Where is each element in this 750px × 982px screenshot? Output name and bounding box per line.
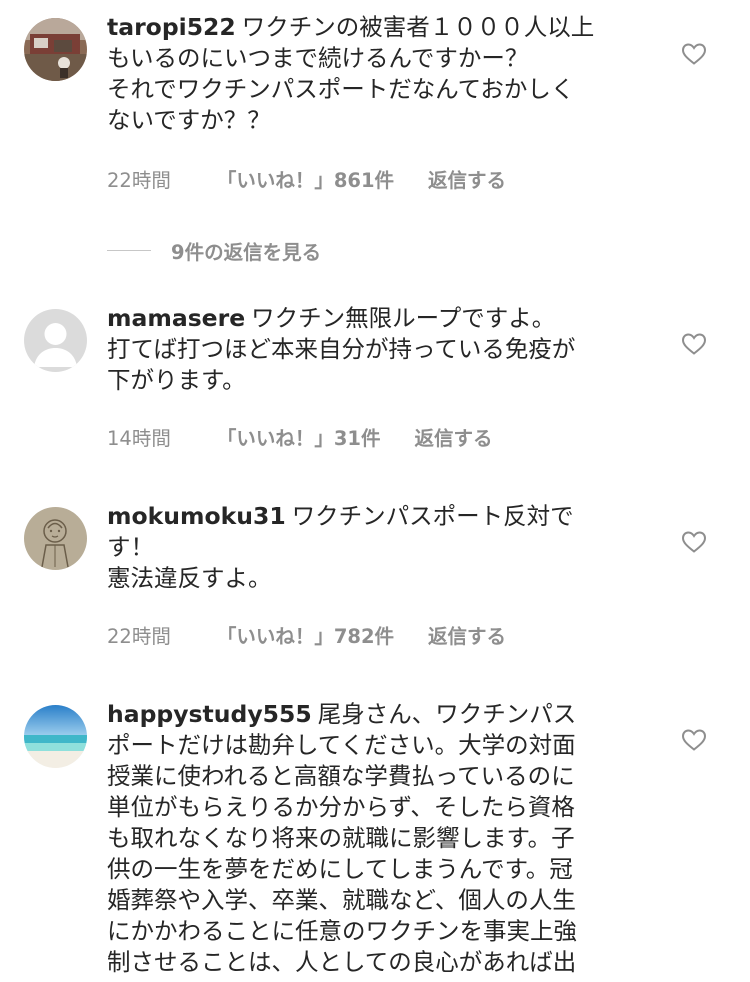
- heart-outline-icon[interactable]: [681, 728, 707, 752]
- comment-meta: 14時間 「いいね！」31件 返信する: [107, 422, 492, 451]
- comment-text: もいるのにいつまで続けるんですかー？: [107, 44, 529, 72]
- comment-text: ないですか？？: [107, 106, 271, 134]
- reply-button[interactable]: 返信する: [428, 164, 506, 193]
- comment-text: 尾身さん、ワクチンパス: [317, 700, 577, 728]
- view-replies-button[interactable]: 9件の返信を見る: [107, 236, 321, 265]
- username[interactable]: mamasere: [107, 304, 245, 332]
- drawing-avatar-icon: [24, 507, 87, 570]
- username[interactable]: mokumoku31: [107, 502, 286, 530]
- photo-avatar-icon: [24, 18, 87, 81]
- timestamp: 14時間: [107, 427, 171, 450]
- comment-text: も取れなくなり将来の就職に影響します。子: [107, 824, 575, 852]
- username[interactable]: happystudy555: [107, 700, 312, 728]
- comment-body: happystudy555 尾身さん、ワクチンパス ポートだけは勘弁してください。…: [107, 699, 642, 978]
- comment-text: ポートだけは勘弁してください。大学の対面: [107, 731, 576, 759]
- timestamp: 22時間: [107, 169, 171, 192]
- comment-text: 下がります。: [107, 366, 246, 394]
- timestamp: 22時間: [107, 625, 171, 648]
- likes-count[interactable]: 「いいね！」782件: [217, 620, 394, 649]
- beach-avatar-icon: [24, 705, 87, 768]
- avatar[interactable]: [24, 705, 87, 768]
- comment-text: ワクチンの被害者１０００人以上: [241, 13, 595, 41]
- heart-outline-icon[interactable]: [681, 530, 707, 554]
- default-avatar-icon: [24, 309, 87, 372]
- comment-body: mokumoku31 ワクチンパスポート反対で す！ 憲法違反すよ。: [107, 501, 642, 594]
- comment-text: それでワクチンパスポートだなんておかしく: [107, 75, 575, 103]
- comment-body: mamasere ワクチン無限ループですよ。 打てば打つほど本来自分が持っている免…: [107, 303, 642, 396]
- comment-text: にかかわることに任意のワクチンを事実上強: [107, 917, 577, 945]
- avatar[interactable]: [24, 18, 87, 81]
- comment-meta: 22時間 「いいね！」782件 返信する: [107, 620, 506, 649]
- avatar[interactable]: [24, 309, 87, 372]
- username[interactable]: taropi522: [107, 13, 236, 41]
- comment-text: 授業に使われると高額な学費払っているのに: [107, 762, 575, 790]
- likes-count[interactable]: 「いいね！」861件: [217, 164, 394, 193]
- comment-text: 打てば打つほど本来自分が持っている免疫が: [107, 335, 576, 363]
- avatar[interactable]: [24, 507, 87, 570]
- comment-text: す！: [107, 533, 154, 561]
- heart-outline-icon[interactable]: [681, 332, 707, 356]
- view-replies-label: 9件の返信を見る: [171, 241, 322, 264]
- reply-button[interactable]: 返信する: [428, 620, 506, 649]
- comment-body: taropi522 ワクチンの被害者１０００人以上 もいるのにいつまで続けるんです…: [107, 12, 642, 136]
- comment-text: 憲法違反すよ。: [107, 564, 272, 592]
- comment-text: 婚葬祭や入学、卒業、就職など、個人の人生: [107, 886, 576, 914]
- comment-text: ワクチン無限ループですよ。: [251, 304, 556, 332]
- comment-text: ワクチンパスポート反対で: [291, 502, 574, 530]
- divider-line: [107, 250, 151, 251]
- comment-meta: 22時間 「いいね！」861件 返信する: [107, 164, 506, 193]
- heart-outline-icon[interactable]: [681, 42, 707, 66]
- comment-text: 制させることは、人としての良心があれば出: [107, 948, 577, 976]
- likes-count[interactable]: 「いいね！」31件: [217, 422, 381, 451]
- reply-button[interactable]: 返信する: [414, 422, 492, 451]
- comment-text: 単位がもらえりるか分からず、そしたら資格: [107, 793, 575, 821]
- comment-text: 供の一生を夢をだめにしてしまうんです。冠: [107, 855, 573, 883]
